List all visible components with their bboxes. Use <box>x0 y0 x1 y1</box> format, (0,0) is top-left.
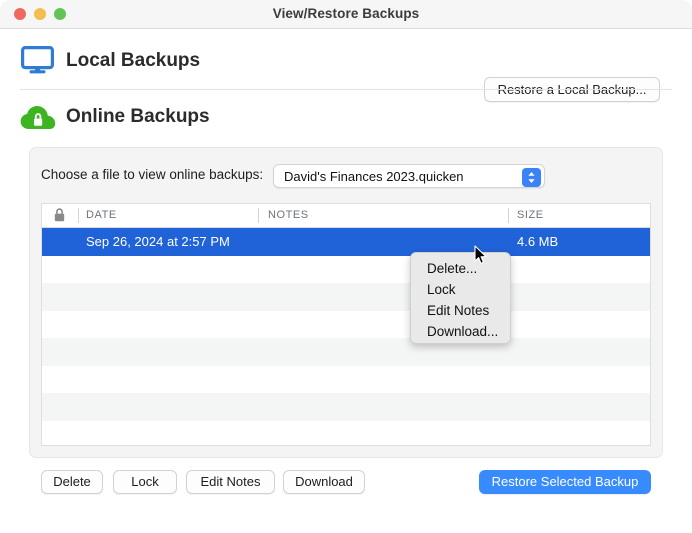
column-header-date[interactable]: DATE <box>86 209 117 221</box>
file-chooser-label: Choose a file to view online backups: <box>41 167 264 182</box>
table-cell-size: 4.6 MB <box>517 234 559 249</box>
mouse-cursor <box>474 245 488 265</box>
cloud-lock-icon <box>20 104 56 132</box>
table-body: Sep 26, 2024 at 2:57 PM 4.6 MB <box>42 228 650 445</box>
local-backups-title: Local Backups <box>66 50 201 71</box>
restore-selected-backup-button[interactable]: Restore Selected Backup <box>479 470 651 494</box>
online-backups-section: Online Backups <box>0 90 692 140</box>
lock-button[interactable]: Lock <box>113 470 177 494</box>
table-row[interactable] <box>42 255 650 283</box>
table-row[interactable] <box>42 420 650 445</box>
delete-button[interactable]: Delete <box>41 470 103 494</box>
chevron-up-down-icon[interactable] <box>522 167 541 187</box>
online-backups-table[interactable]: DATE NOTES SIZE Sep 26, 2024 at 2:57 PM 4… <box>41 203 651 446</box>
local-backups-section: Local Backups Restore a Local Backup... <box>0 29 692 102</box>
context-menu[interactable]: Delete... Lock Edit Notes Download... <box>410 252 511 344</box>
column-header-size[interactable]: SIZE <box>517 209 544 221</box>
edit-notes-button[interactable]: Edit Notes <box>186 470 275 494</box>
online-backups-title: Online Backups <box>66 106 210 127</box>
file-chooser-popup-button[interactable]: David's Finances 2023.quicken <box>273 164 545 188</box>
table-row[interactable] <box>42 283 650 311</box>
table-header-row: DATE NOTES SIZE <box>42 204 650 228</box>
window-titlebar: View/Restore Backups <box>0 0 692 29</box>
column-divider-3[interactable] <box>508 208 509 223</box>
lock-icon <box>54 208 65 222</box>
file-chooser-selected-value: David's Finances 2023.quicken <box>284 169 464 184</box>
column-divider-2[interactable] <box>258 208 259 223</box>
table-row[interactable] <box>42 393 650 421</box>
table-row[interactable] <box>42 310 650 338</box>
context-menu-item[interactable]: Download... <box>411 321 510 342</box>
window-title: View/Restore Backups <box>272 6 420 21</box>
table-cell-date: Sep 26, 2024 at 2:57 PM <box>86 234 230 249</box>
view-restore-backups-window: View/Restore Backups Local Backups Resto… <box>0 0 692 533</box>
table-row[interactable] <box>42 365 650 393</box>
table-row[interactable] <box>42 338 650 366</box>
download-button[interactable]: Download <box>283 470 365 494</box>
monitor-icon <box>21 46 54 74</box>
column-divider-1[interactable] <box>78 208 79 223</box>
context-menu-item[interactable]: Delete... <box>411 258 510 279</box>
context-menu-item[interactable]: Lock <box>411 279 510 300</box>
context-menu-item[interactable]: Edit Notes <box>411 300 510 321</box>
column-header-notes[interactable]: NOTES <box>268 209 309 221</box>
table-row[interactable]: Sep 26, 2024 at 2:57 PM 4.6 MB <box>42 228 650 256</box>
